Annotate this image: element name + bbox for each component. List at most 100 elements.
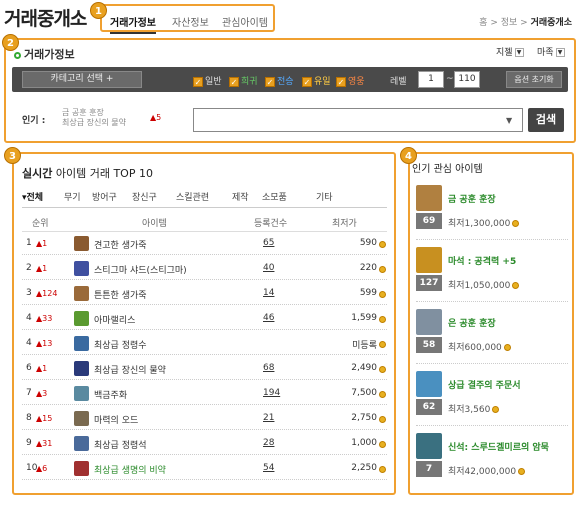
ranking-title: 실시간 아이템 거래 TOP 10: [22, 165, 153, 181]
row-rank-change: ▲1: [36, 264, 48, 273]
interest-item-price: 최저1,050,000: [448, 278, 520, 291]
coin-icon: [379, 241, 386, 248]
item-icon: [74, 286, 89, 301]
divider: [416, 363, 568, 364]
breadcrumb-home[interactable]: 홈: [479, 18, 487, 28]
cat-tab-etc[interactable]: 기타: [316, 190, 333, 203]
row-item-name[interactable]: 스티그마 샤드(스티그마): [94, 263, 187, 276]
row-item-name[interactable]: 최상급 정령석: [94, 438, 147, 451]
table-row[interactable]: 7 ▲3 백금주화 194 7,500: [22, 383, 387, 405]
interest-item-qty: 69: [416, 213, 442, 229]
row-count[interactable]: 194: [263, 388, 280, 398]
grade-label: 희귀: [241, 77, 258, 87]
row-item-name[interactable]: 백금주화: [94, 388, 127, 401]
tab-asset-info[interactable]: 자산정보: [172, 14, 209, 29]
interest-item[interactable]: 신석: 스루드겔미르의 암묵 7 최저42,000,000: [416, 433, 566, 491]
popular-keywords: 금 공훈 훈장 최상급 장신의 물약: [62, 108, 126, 128]
table-row[interactable]: 8 ▲15 마력의 오드 21 2,750: [22, 408, 387, 430]
row-item-name[interactable]: 최상급 정령수: [94, 338, 147, 351]
coin-icon: [379, 266, 386, 273]
row-item-name[interactable]: 튼튼한 생가죽: [94, 288, 147, 301]
grade-checkbox-legend[interactable]: ✓ 전승: [265, 74, 294, 87]
row-count[interactable]: 28: [263, 438, 274, 448]
search-button[interactable]: 검색: [528, 108, 564, 132]
interest-item[interactable]: 마석 : 공격력 +5 127 최저1,050,000: [416, 247, 566, 305]
category-select-button[interactable]: 카테고리 선택 +: [22, 71, 142, 88]
reset-options-button[interactable]: 옵션 초기화: [506, 71, 562, 88]
interest-price-text: 최저1,300,000: [448, 219, 511, 229]
level-max-input[interactable]: 110: [454, 71, 480, 88]
tab-trade-price[interactable]: 거래가정보: [110, 14, 156, 34]
grade-checkbox-normal[interactable]: ✓ 일반: [193, 74, 222, 87]
interest-price-text: 최저3,560: [448, 405, 491, 415]
row-count[interactable]: 21: [263, 413, 274, 423]
race-select[interactable]: 마족 ▼: [537, 45, 565, 58]
table-row[interactable]: 9 ▲31 최상급 정령석 28 1,000: [22, 433, 387, 455]
search-input[interactable]: [193, 108, 523, 132]
cat-tab-craft[interactable]: 제작: [232, 190, 249, 203]
item-icon: [74, 361, 89, 376]
table-row[interactable]: 4 ▲33 아마랠리스 46 1,599: [22, 308, 387, 330]
server-select[interactable]: 지젤 ▼: [496, 45, 524, 58]
grade-checkbox-rare[interactable]: ✓ 희귀: [229, 74, 258, 87]
interest-item-name[interactable]: 금 공훈 훈장: [448, 192, 496, 205]
row-count[interactable]: 54: [263, 463, 274, 473]
row-item-name[interactable]: 아마랠리스: [94, 313, 135, 326]
interest-item-name[interactable]: 상급 결주의 주문서: [448, 378, 521, 391]
interest-item[interactable]: 은 공훈 훈장 58 최저600,000: [416, 309, 566, 367]
row-count[interactable]: 14: [263, 288, 274, 298]
circle-bullet-icon: [14, 51, 21, 59]
tab-interest-items[interactable]: 관심아이템: [222, 14, 268, 29]
popular-keyword[interactable]: 최상급 장신의 물약: [62, 118, 126, 128]
table-row[interactable]: 4 ▲13 최상급 정령수 미등록: [22, 333, 387, 355]
chevron-down-icon[interactable]: ▼: [506, 116, 512, 125]
level-min-input[interactable]: 1: [418, 71, 444, 88]
annotation-badge-1: 1: [90, 2, 107, 19]
row-item-name[interactable]: 최상급 생명의 비약: [94, 463, 166, 476]
grade-checkbox-hero[interactable]: ✓ 영웅: [336, 74, 365, 87]
row-price: 2,490: [351, 363, 377, 373]
grade-checkbox-unique[interactable]: ✓ 유일: [302, 74, 331, 87]
table-row[interactable]: 10 ▲6 최상급 생명의 비약 54 2,250: [22, 458, 387, 480]
cat-tab-weapon[interactable]: 무기: [64, 190, 81, 203]
row-item-name[interactable]: 마력의 오드: [94, 413, 138, 426]
item-icon: [74, 461, 89, 476]
row-count[interactable]: 65: [263, 238, 274, 248]
table-row[interactable]: 2 ▲1 스티그마 샤드(스티그마) 40 220: [22, 258, 387, 280]
interest-item-name[interactable]: 은 공훈 훈장: [448, 316, 496, 329]
table-header: 순위 아이템 등록건수 최저가: [22, 212, 387, 232]
breadcrumb-info[interactable]: 정보: [501, 18, 518, 28]
row-price: 590: [359, 238, 377, 248]
search-title-text: 거래가정보: [24, 48, 75, 61]
coin-icon: [379, 316, 386, 323]
chevron-down-icon: ▼: [514, 48, 524, 57]
cat-tab-armor[interactable]: 방어구: [92, 190, 117, 203]
table-row[interactable]: 6 ▲1 최상급 장신의 물약 68 2,490: [22, 358, 387, 380]
grade-label: 유일: [314, 77, 331, 87]
checkbox-checked-icon: ✓: [193, 76, 203, 87]
breadcrumb-current: 거래중개소: [530, 18, 572, 28]
cat-tab-accessory[interactable]: 장신구: [132, 190, 157, 203]
row-item-name[interactable]: 최상급 장신의 물약: [94, 363, 166, 376]
item-icon: [74, 261, 89, 276]
interest-item-name[interactable]: 신석: 스루드겔미르의 암묵: [448, 440, 549, 453]
row-count[interactable]: 68: [263, 363, 274, 373]
table-row[interactable]: 1 ▲1 견고한 생가죽 65 590: [22, 233, 387, 255]
cat-tab-all[interactable]: ▾전체: [22, 190, 43, 203]
popular-keyword[interactable]: 금 공훈 훈장: [62, 108, 126, 118]
cat-tab-consumable[interactable]: 소모품: [262, 190, 287, 203]
item-icon: [416, 371, 442, 397]
cat-tab-skill[interactable]: 스킬관련: [176, 190, 209, 203]
row-count[interactable]: 46: [263, 313, 274, 323]
interest-item[interactable]: 금 공훈 훈장 69 최저1,300,000: [416, 185, 566, 243]
row-rank: 9: [26, 438, 32, 448]
row-price: 7,500: [351, 388, 377, 398]
annotation-badge-4: 4: [400, 147, 417, 164]
interest-item-name[interactable]: 마석 : 공격력 +5: [448, 254, 516, 267]
row-count[interactable]: 40: [263, 263, 274, 273]
table-row[interactable]: 3 ▲124 튼튼한 생가죽 14 599: [22, 283, 387, 305]
interest-item[interactable]: 상급 결주의 주문서 62 최저3,560: [416, 371, 566, 429]
interest-item-qty: 62: [416, 399, 442, 415]
divider: [416, 239, 568, 240]
row-item-name[interactable]: 견고한 생가죽: [94, 238, 147, 251]
